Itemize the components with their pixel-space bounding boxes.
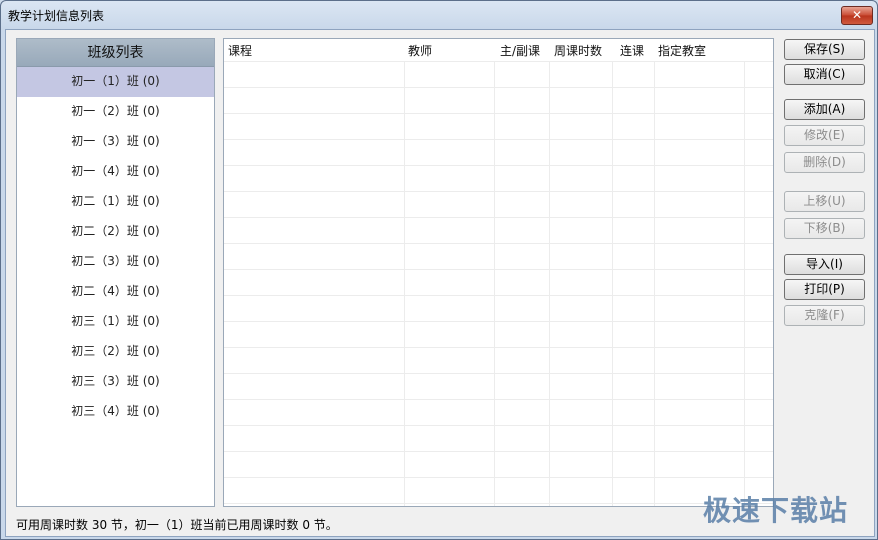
grid-row-line xyxy=(224,113,773,114)
column-header-consecutive[interactable]: 连课 xyxy=(620,42,644,59)
grid-row-line xyxy=(224,61,773,62)
window-title: 教学计划信息列表 xyxy=(8,9,105,23)
import-button[interactable]: 导入(I) xyxy=(784,254,865,275)
watermark-logo: 极速下载站 xyxy=(703,494,849,527)
class-list-item[interactable]: 初三（4）班 (0) xyxy=(17,397,214,427)
grid-row-line xyxy=(224,87,773,88)
column-header-classroom[interactable]: 指定教室 xyxy=(658,42,706,59)
grid-row-line xyxy=(224,217,773,218)
grid-row-line xyxy=(224,295,773,296)
move-down-button[interactable]: 下移(B) xyxy=(784,218,865,239)
edit-button[interactable]: 修改(E) xyxy=(784,125,865,146)
grid-row-line xyxy=(224,191,773,192)
class-list-item[interactable]: 初一（2）班 (0) xyxy=(17,97,214,127)
close-button[interactable]: ✕ xyxy=(841,6,873,25)
save-button[interactable]: 保存(S) xyxy=(784,39,865,60)
grid-column-line xyxy=(404,61,405,506)
grid-row-line xyxy=(224,425,773,426)
column-header-teacher[interactable]: 教师 xyxy=(408,42,432,59)
dialog-body: 班级列表 初一（1）班 (0) 初一（2）班 (0) 初一（3）班 (0) 初一（4）… xyxy=(5,29,875,537)
print-button[interactable]: 打印(P) xyxy=(784,279,865,300)
class-list-item[interactable]: 初一（4）班 (0) xyxy=(17,157,214,187)
class-list: 初一（1）班 (0) 初一（2）班 (0) 初一（3）班 (0) 初一（4）班 (0)… xyxy=(17,67,214,427)
column-header-weekly-hours[interactable]: 周课时数 xyxy=(554,42,602,59)
grid-row-line xyxy=(224,243,773,244)
class-list-panel: 班级列表 初一（1）班 (0) 初一（2）班 (0) 初一（3）班 (0) 初一（4）… xyxy=(16,38,215,507)
grid-column-line xyxy=(494,61,495,506)
grid-row-line xyxy=(224,165,773,166)
class-list-item[interactable]: 初二（3）班 (0) xyxy=(17,247,214,277)
grid-row-line xyxy=(224,347,773,348)
grid-column-line xyxy=(549,61,550,506)
class-list-item[interactable]: 初三（1）班 (0) xyxy=(17,307,214,337)
class-list-item[interactable]: 初二（4）班 (0) xyxy=(17,277,214,307)
column-header-main-minor[interactable]: 主/副课 xyxy=(500,42,540,59)
move-up-button[interactable]: 上移(U) xyxy=(784,191,865,212)
grid-row-line xyxy=(224,451,773,452)
grid-column-line xyxy=(612,61,613,506)
grid-row-line xyxy=(224,399,773,400)
cancel-button[interactable]: 取消(C) xyxy=(784,64,865,85)
column-header-course[interactable]: 课程 xyxy=(228,42,252,59)
title-bar[interactable]: 教学计划信息列表 ✕ xyxy=(1,1,877,29)
class-list-item[interactable]: 初一（1）班 (0) xyxy=(17,67,214,97)
class-list-item[interactable]: 初一（3）班 (0) xyxy=(17,127,214,157)
teaching-plan-grid[interactable]: 课程 教师 主/副课 周课时数 连课 指定教室 xyxy=(223,38,774,507)
class-list-item[interactable]: 初二（1）班 (0) xyxy=(17,187,214,217)
class-list-header: 班级列表 xyxy=(17,39,214,67)
grid-row-line xyxy=(224,373,773,374)
delete-button[interactable]: 删除(D) xyxy=(784,152,865,173)
grid-row-line xyxy=(224,321,773,322)
status-text: 可用周课时数 30 节，初一（1）班当前已用周课时数 0 节。 xyxy=(16,518,338,532)
class-list-item[interactable]: 初二（2）班 (0) xyxy=(17,217,214,247)
clone-button[interactable]: 克隆(F) xyxy=(784,305,865,326)
add-button[interactable]: 添加(A) xyxy=(784,99,865,120)
grid-row-line xyxy=(224,477,773,478)
grid-row-line xyxy=(224,139,773,140)
class-list-item[interactable]: 初三（2）班 (0) xyxy=(17,337,214,367)
grid-row-line xyxy=(224,269,773,270)
class-list-item[interactable]: 初三（3）班 (0) xyxy=(17,367,214,397)
grid-column-line xyxy=(654,61,655,506)
grid-column-line xyxy=(744,61,745,506)
close-icon: ✕ xyxy=(851,8,863,22)
dialog-window: 教学计划信息列表 ✕ 班级列表 初一（1）班 (0) 初一（2）班 (0) 初一（3… xyxy=(0,0,878,540)
grid-row-line xyxy=(224,503,773,504)
grid-header: 课程 教师 主/副课 周课时数 连课 指定教室 xyxy=(224,39,773,61)
